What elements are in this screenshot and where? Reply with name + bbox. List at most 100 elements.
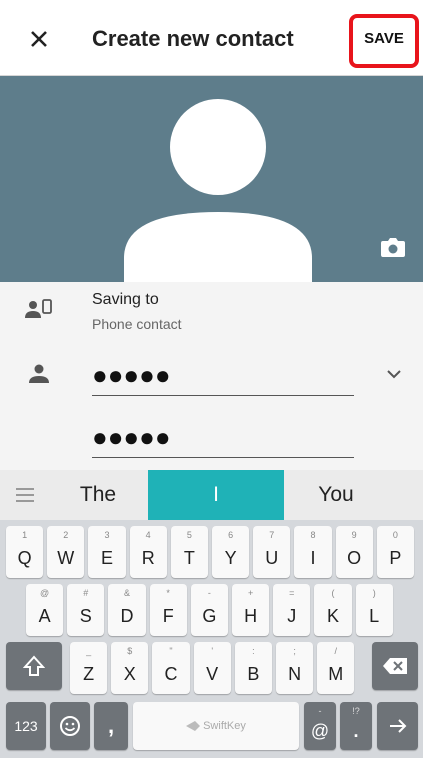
- key-a[interactable]: @ A: [26, 584, 64, 636]
- key-y[interactable]: 6Y: [212, 526, 250, 578]
- close-button[interactable]: [22, 22, 56, 56]
- swiftkey-label: SwiftKey: [203, 720, 246, 732]
- app-bar: Create new contact SAVE: [0, 0, 423, 76]
- saving-to-account[interactable]: Phone contact: [92, 316, 182, 332]
- key-j[interactable]: = J: [273, 584, 311, 636]
- key-h[interactable]: + H: [232, 584, 270, 636]
- key-sub-label: ': [211, 646, 214, 656]
- at-key-sub: -: [318, 706, 322, 716]
- key-sub-label: #: [83, 588, 89, 598]
- key-sub-label: +: [247, 588, 254, 598]
- account-phone-icon: [25, 299, 52, 318]
- period-key[interactable]: !? .: [340, 702, 372, 750]
- key-sub-label: 3: [104, 530, 110, 540]
- key-i[interactable]: 8I: [294, 526, 332, 578]
- page-title: Create new contact: [92, 26, 294, 51]
- avatar-placeholder-icon: [124, 99, 312, 282]
- shift-icon: [23, 655, 45, 676]
- key-e[interactable]: 3E: [88, 526, 126, 578]
- backspace-key[interactable]: [372, 642, 418, 690]
- key-label: D: [120, 605, 134, 626]
- key-label: N: [288, 663, 302, 684]
- at-key[interactable]: - @: [304, 702, 336, 750]
- person-icon: [29, 364, 49, 383]
- key-t[interactable]: 5T: [170, 526, 208, 578]
- key-label: I: [310, 547, 316, 568]
- key-label: J: [287, 605, 297, 626]
- suggestion-left[interactable]: The: [48, 470, 148, 520]
- key-k[interactable]: (K: [314, 584, 352, 636]
- close-icon: [31, 31, 47, 47]
- camera-icon[interactable]: [380, 236, 406, 258]
- key-b[interactable]: :B: [234, 642, 272, 694]
- key-s[interactable]: # S: [67, 584, 105, 636]
- key-sub-label: 0: [392, 530, 398, 540]
- key-label: G: [202, 605, 217, 626]
- key-q[interactable]: 1Q: [6, 526, 44, 578]
- key-p[interactable]: 0P: [376, 526, 414, 578]
- menu-icon[interactable]: [16, 487, 34, 503]
- key-label: Y: [224, 547, 237, 568]
- key-label: P: [389, 547, 402, 568]
- swiftkey-logo: SwiftKey: [186, 720, 246, 732]
- key-sub-label: (: [331, 588, 335, 598]
- key-label: K: [326, 605, 339, 626]
- space-key[interactable]: SwiftKey: [133, 702, 299, 750]
- name-field-underline: [92, 395, 354, 396]
- key-label: O: [347, 547, 362, 568]
- suggestion-middle[interactable]: I: [148, 470, 284, 520]
- suggestion-right[interactable]: You: [284, 470, 388, 520]
- period-key-sub: !?: [352, 706, 360, 716]
- name-field[interactable]: ●●●●●: [92, 362, 171, 388]
- key-f[interactable]: * F: [149, 584, 187, 636]
- key-sub-label: -: [207, 588, 211, 598]
- key-sub-label: &: [123, 588, 130, 598]
- key-label: L: [369, 605, 380, 626]
- chevron-down-icon[interactable]: [386, 369, 402, 379]
- key-g[interactable]: -G: [190, 584, 228, 636]
- key-sub-label: $: [127, 646, 133, 656]
- key-r[interactable]: 4R: [129, 526, 167, 578]
- key-o[interactable]: 9O: [335, 526, 373, 578]
- key-sub-label: 7: [269, 530, 275, 540]
- key-w[interactable]: 2W: [47, 526, 85, 578]
- key-label: S: [79, 605, 92, 626]
- key-x[interactable]: $ X: [111, 642, 149, 694]
- at-key-label: @: [310, 720, 330, 741]
- key-l[interactable]: ) L: [355, 584, 393, 636]
- second-name-field[interactable]: ●●●●●: [92, 424, 171, 450]
- key-d[interactable]: & D: [108, 584, 146, 636]
- key-label: E: [100, 547, 113, 568]
- shift-key[interactable]: [6, 642, 62, 690]
- comma-key[interactable]: ,: [94, 702, 128, 750]
- keyboard: 1Q2W3E4R5T6Y7U8I9O0P @ A # S & D * F - G + H = J(K) L …: [0, 520, 423, 758]
- key-label: A: [38, 605, 51, 626]
- backspace-icon: [383, 658, 407, 674]
- key-label: F: [162, 605, 174, 626]
- numbers-key[interactable]: 123: [6, 702, 46, 750]
- key-v[interactable]: ' V: [193, 642, 231, 694]
- suggestion-bar: The I You: [0, 470, 423, 520]
- key-z[interactable]: _ Z: [70, 642, 108, 694]
- key-sub-label: 6: [228, 530, 234, 540]
- emoji-key[interactable]: [50, 702, 90, 750]
- key-sub-label: ": [169, 646, 173, 656]
- key-c[interactable]: " C: [152, 642, 190, 694]
- key-n[interactable]: ; N: [276, 642, 314, 694]
- enter-key[interactable]: [377, 702, 418, 750]
- key-label: U: [265, 547, 279, 568]
- key-sub-label: 4: [145, 530, 151, 540]
- contact-photo[interactable]: [0, 76, 423, 282]
- key-u[interactable]: 7U: [253, 526, 291, 578]
- key-sub-label: 2: [63, 530, 69, 540]
- key-sub-label: @: [40, 588, 50, 598]
- key-sub-label: ;: [293, 646, 296, 656]
- key-sub-label: 8: [310, 530, 316, 540]
- key-sub-label: ): [372, 588, 376, 598]
- emoji-icon: [60, 716, 80, 736]
- key-label: Z: [83, 663, 95, 684]
- key-label: W: [57, 547, 75, 568]
- key-m[interactable]: / M: [317, 642, 355, 694]
- save-button[interactable]: SAVE: [356, 30, 412, 47]
- key-label: H: [244, 605, 258, 626]
